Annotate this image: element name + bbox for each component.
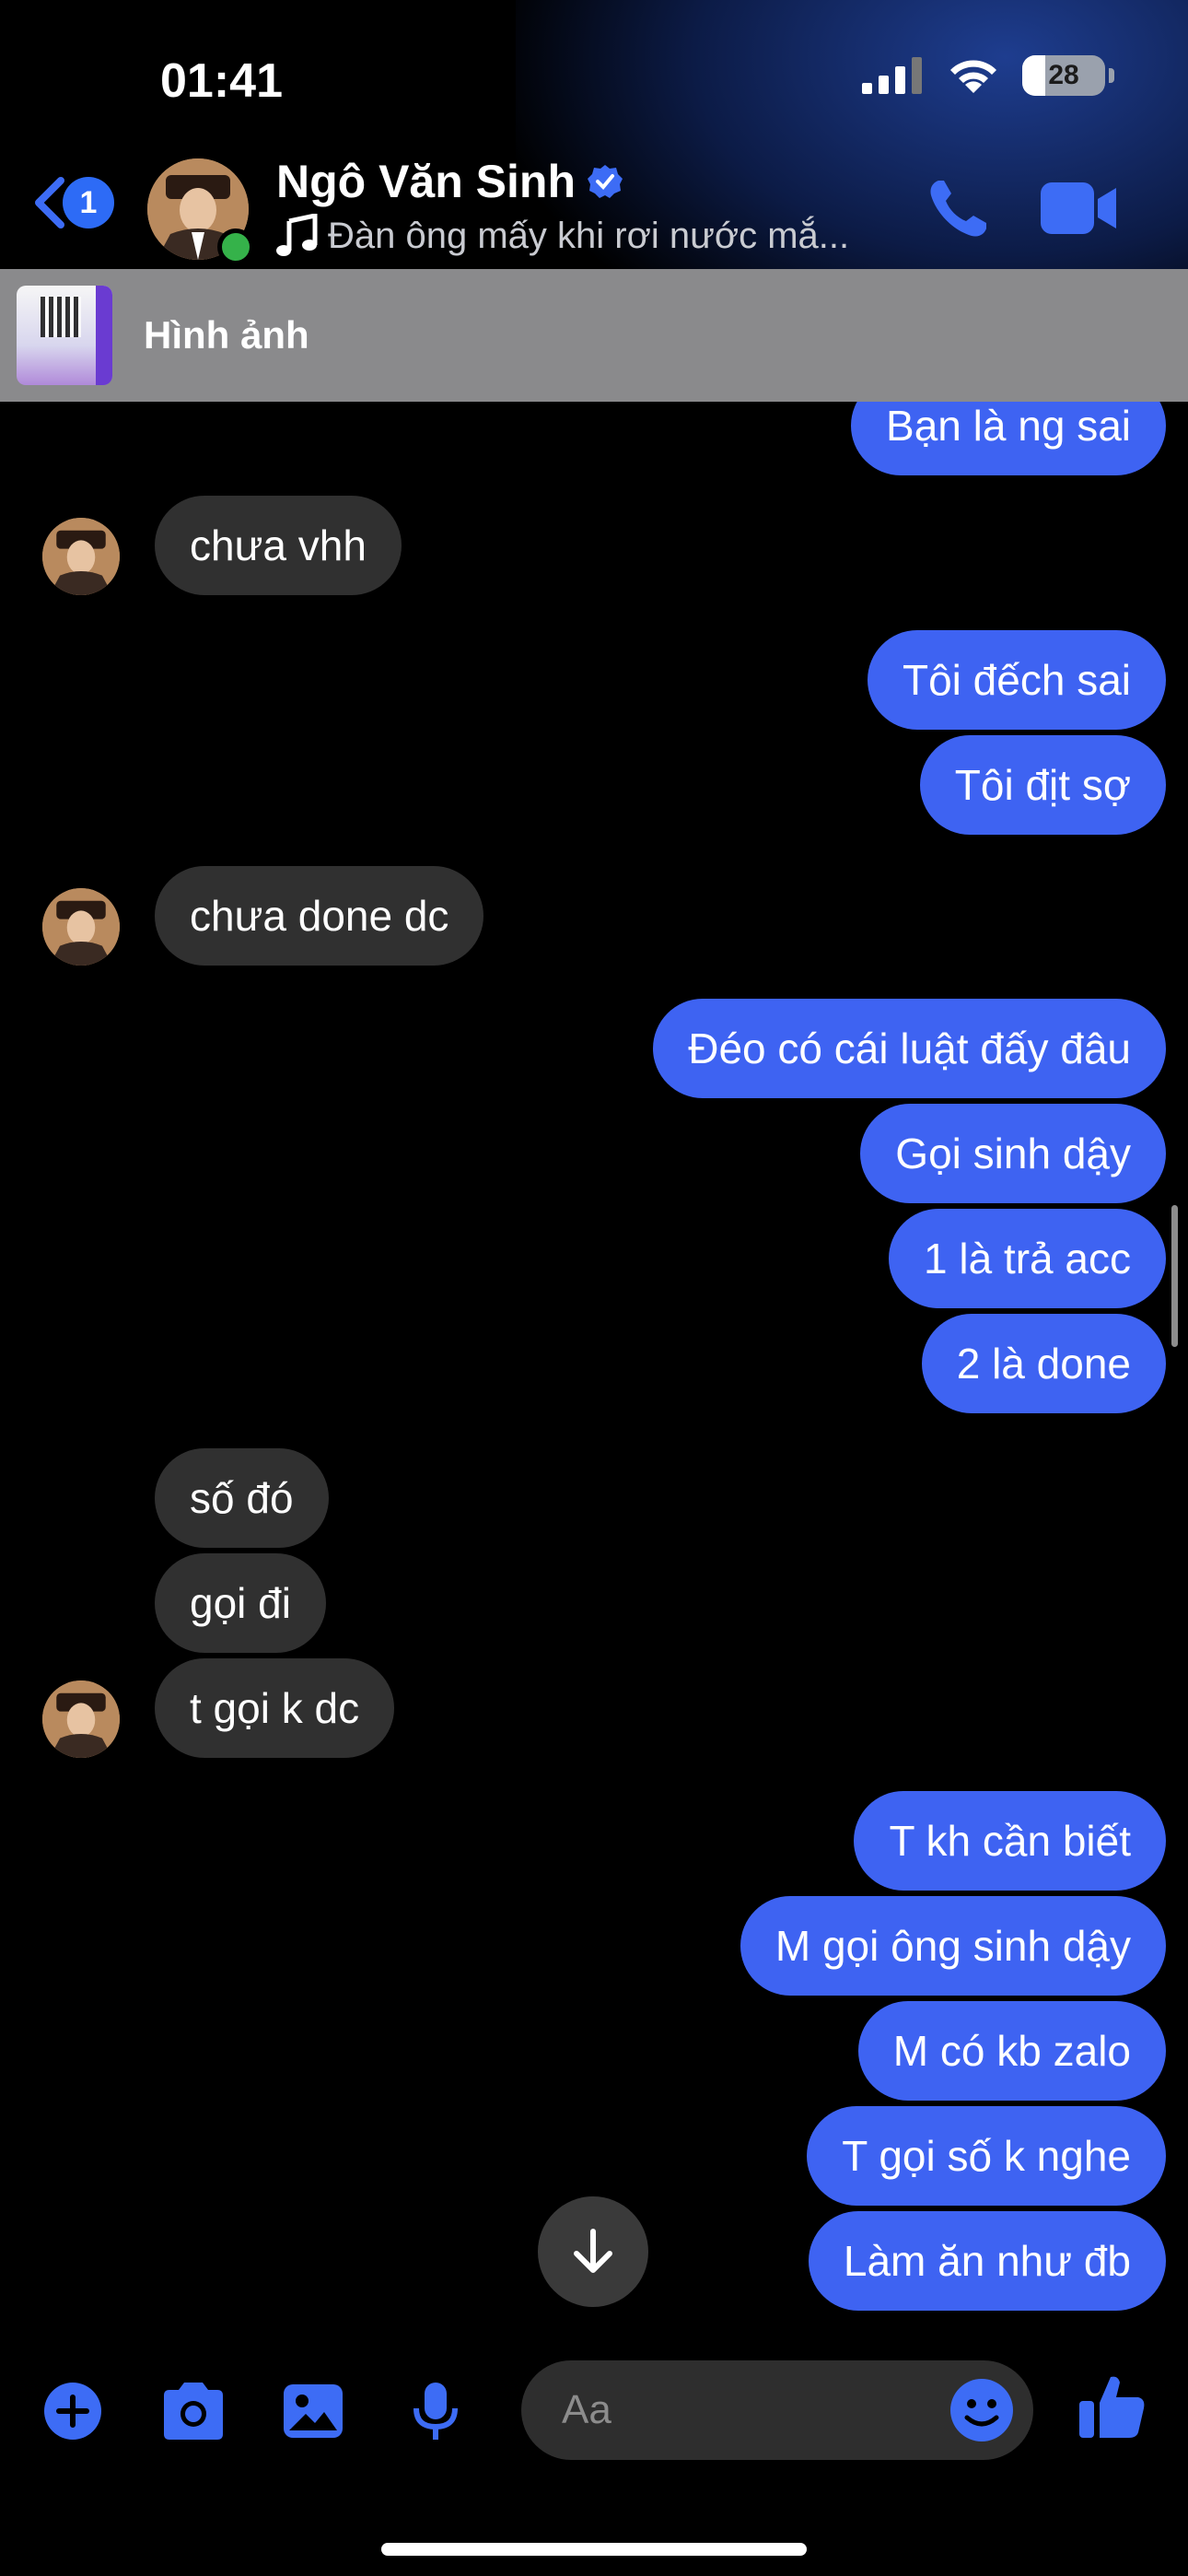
sender-avatar — [42, 518, 120, 595]
gallery-button[interactable] — [282, 2381, 344, 2446]
battery-indicator: 28 — [1022, 55, 1105, 96]
sender-avatar — [42, 888, 120, 966]
pinned-image-thumbnail — [17, 286, 112, 385]
message-bubble-outgoing[interactable]: Gọi sinh dậy — [860, 1104, 1166, 1203]
contact-name-text: Ngô Văn Sinh — [276, 156, 576, 207]
battery-tip — [1109, 68, 1114, 83]
message-bubble-outgoing[interactable]: T gọi số k nghe — [807, 2106, 1166, 2206]
gallery-icon — [284, 2384, 343, 2438]
pinned-label: Hình ảnh — [144, 313, 309, 357]
microphone-icon — [413, 2383, 458, 2440]
battery-level: 28 — [1048, 60, 1079, 90]
contact-name[interactable]: Ngô Văn Sinh — [276, 155, 623, 208]
wifi-icon — [950, 60, 996, 93]
arrow-down-icon — [574, 2229, 612, 2273]
sender-avatar — [42, 1680, 120, 1758]
phone-icon — [930, 181, 986, 237]
message-bubble-outgoing[interactable]: Làm ăn như đb — [808, 2211, 1166, 2311]
message-bubble-outgoing[interactable]: Tôi đếch sai — [867, 630, 1166, 730]
verified-icon — [588, 165, 623, 198]
message-bubble-incoming[interactable]: chưa vhh — [155, 496, 402, 595]
message-bubble-outgoing[interactable]: 1 là trả acc — [889, 1209, 1166, 1308]
camera-button[interactable] — [158, 2381, 228, 2446]
message-input-placeholder: Aa — [562, 2387, 611, 2432]
message-bubble-outgoing[interactable]: M có kb zalo — [857, 2001, 1166, 2101]
status-icons: 28 — [862, 55, 1114, 96]
message-bubble-outgoing[interactable]: T kh cần biết — [854, 1791, 1166, 1891]
scrollbar[interactable] — [1171, 1205, 1178, 1347]
video-call-button[interactable] — [1041, 182, 1118, 239]
music-note-icon — [276, 214, 318, 256]
thumbs-up-icon — [1079, 2376, 1145, 2438]
more-actions-button[interactable] — [42, 2381, 103, 2446]
message-bubble-incoming[interactable]: t gọi k dc — [155, 1658, 395, 1758]
message-bubble-outgoing[interactable]: M gọi ông sinh dậy — [740, 1896, 1166, 1996]
like-button[interactable] — [1077, 2371, 1147, 2446]
home-indicator[interactable] — [381, 2543, 807, 2556]
scroll-to-bottom-button[interactable] — [538, 2196, 648, 2307]
unread-badge: 1 — [63, 177, 114, 228]
contact-subtitle: Đàn ông mấy khi rơi nước mắ... — [276, 214, 849, 258]
status-time: 01:41 — [160, 54, 283, 108]
message-bubble-outgoing[interactable]: Tôi địt sợ — [919, 735, 1166, 835]
back-button[interactable]: 1 — [31, 175, 114, 230]
message-bubble-incoming[interactable]: gọi đi — [155, 1553, 326, 1653]
message-bubble-outgoing[interactable]: Đéo có cái luật đấy đâu — [653, 999, 1166, 1098]
message-bubble-outgoing[interactable]: 2 là done — [921, 1314, 1166, 1413]
voice-message-button[interactable] — [411, 2381, 460, 2446]
message-bubble-incoming[interactable]: số đó — [155, 1448, 329, 1548]
plus-icon — [44, 2383, 101, 2440]
now-playing-text: Đàn ông mấy khi rơi nước mắ... — [328, 215, 850, 256]
video-camera-icon — [1041, 182, 1116, 234]
pinned-media-bar[interactable]: Hình ảnh — [0, 269, 1188, 402]
emoji-button[interactable] — [949, 2377, 1015, 2448]
online-indicator — [217, 228, 254, 265]
cellular-signal-icon — [862, 57, 922, 94]
voice-call-button[interactable] — [926, 177, 990, 246]
message-list[interactable]: Bạn là ng sai chưa vhh Tôi đếch sai Tôi … — [0, 402, 1188, 2327]
camera-icon — [164, 2383, 223, 2440]
emoji-icon — [950, 2379, 1013, 2441]
message-bubble-outgoing[interactable]: Bạn là ng sai — [851, 402, 1166, 475]
message-bubble-incoming[interactable]: chưa done dc — [155, 866, 484, 966]
